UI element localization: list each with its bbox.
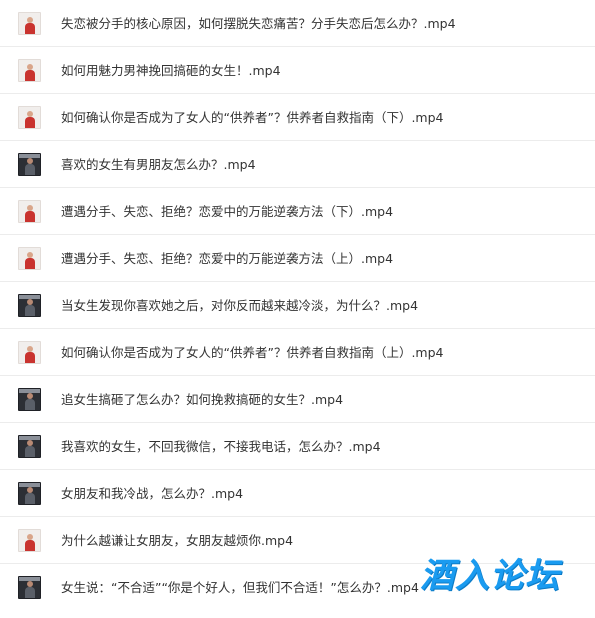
file-row[interactable]: 遭遇分手、失恋、拒绝？恋爱中的万能逆袭方法（上）.mp4 [0, 235, 595, 282]
file-list: 失恋被分手的核心原因，如何摆脱失恋痛苦？分手失恋后怎么办？.mp4 如何用魅力男神… [0, 0, 595, 611]
file-row[interactable]: 如何确认你是否成为了女人的“供养者”？供养者自救指南（上）.mp4 [0, 329, 595, 376]
video-thumbnail-icon[interactable] [18, 12, 41, 35]
video-thumbnail-icon[interactable] [18, 435, 41, 458]
file-row[interactable]: 女朋友和我冷战，怎么办？.mp4 [0, 470, 595, 517]
file-name[interactable]: 当女生发现你喜欢她之后，对你反而越来越冷淡，为什么？.mp4 [61, 297, 418, 314]
file-name[interactable]: 如何用魅力男神挽回搞砸的女生！.mp4 [61, 62, 281, 79]
watermark-logo: 酒入论坛 [420, 556, 560, 596]
file-name[interactable]: 喜欢的女生有男朋友怎么办？.mp4 [61, 156, 256, 173]
video-thumbnail-icon[interactable] [18, 247, 41, 270]
file-name[interactable]: 女朋友和我冷战，怎么办？.mp4 [61, 485, 243, 502]
file-name[interactable]: 如何确认你是否成为了女人的“供养者”？供养者自救指南（上）.mp4 [61, 344, 444, 361]
video-thumbnail-icon[interactable] [18, 106, 41, 129]
file-row[interactable]: 遭遇分手、失恋、拒绝？恋爱中的万能逆袭方法（下）.mp4 [0, 188, 595, 235]
video-thumbnail-icon[interactable] [18, 341, 41, 364]
file-name[interactable]: 失恋被分手的核心原因，如何摆脱失恋痛苦？分手失恋后怎么办？.mp4 [61, 15, 456, 32]
video-thumbnail-icon[interactable] [18, 200, 41, 223]
file-row[interactable]: 我喜欢的女生，不回我微信，不接我电话，怎么办？.mp4 [0, 423, 595, 470]
video-thumbnail-icon[interactable] [18, 482, 41, 505]
video-thumbnail-icon[interactable] [18, 153, 41, 176]
video-thumbnail-icon[interactable] [18, 59, 41, 82]
file-row[interactable]: 失恋被分手的核心原因，如何摆脱失恋痛苦？分手失恋后怎么办？.mp4 [0, 0, 595, 47]
video-thumbnail-icon[interactable] [18, 294, 41, 317]
file-row[interactable]: 如何用魅力男神挽回搞砸的女生！.mp4 [0, 47, 595, 94]
file-name[interactable]: 女生说：“不合适”“你是个好人，但我们不合适！”怎么办？.mp4 [61, 579, 419, 596]
file-row[interactable]: 喜欢的女生有男朋友怎么办？.mp4 [0, 141, 595, 188]
file-row[interactable]: 如何确认你是否成为了女人的“供养者”？供养者自救指南（下）.mp4 [0, 94, 595, 141]
file-name[interactable]: 遭遇分手、失恋、拒绝？恋爱中的万能逆袭方法（上）.mp4 [61, 250, 393, 267]
file-name[interactable]: 如何确认你是否成为了女人的“供养者”？供养者自救指南（下）.mp4 [61, 109, 444, 126]
file-name[interactable]: 遭遇分手、失恋、拒绝？恋爱中的万能逆袭方法（下）.mp4 [61, 203, 393, 220]
file-name[interactable]: 为什么越谦让女朋友，女朋友越烦你.mp4 [61, 532, 293, 549]
file-name[interactable]: 追女生搞砸了怎么办？如何挽救搞砸的女生？.mp4 [61, 391, 343, 408]
file-row[interactable]: 追女生搞砸了怎么办？如何挽救搞砸的女生？.mp4 [0, 376, 595, 423]
file-row[interactable]: 当女生发现你喜欢她之后，对你反而越来越冷淡，为什么？.mp4 [0, 282, 595, 329]
video-thumbnail-icon[interactable] [18, 388, 41, 411]
file-name[interactable]: 我喜欢的女生，不回我微信，不接我电话，怎么办？.mp4 [61, 438, 381, 455]
video-thumbnail-icon[interactable] [18, 576, 41, 599]
video-thumbnail-icon[interactable] [18, 529, 41, 552]
